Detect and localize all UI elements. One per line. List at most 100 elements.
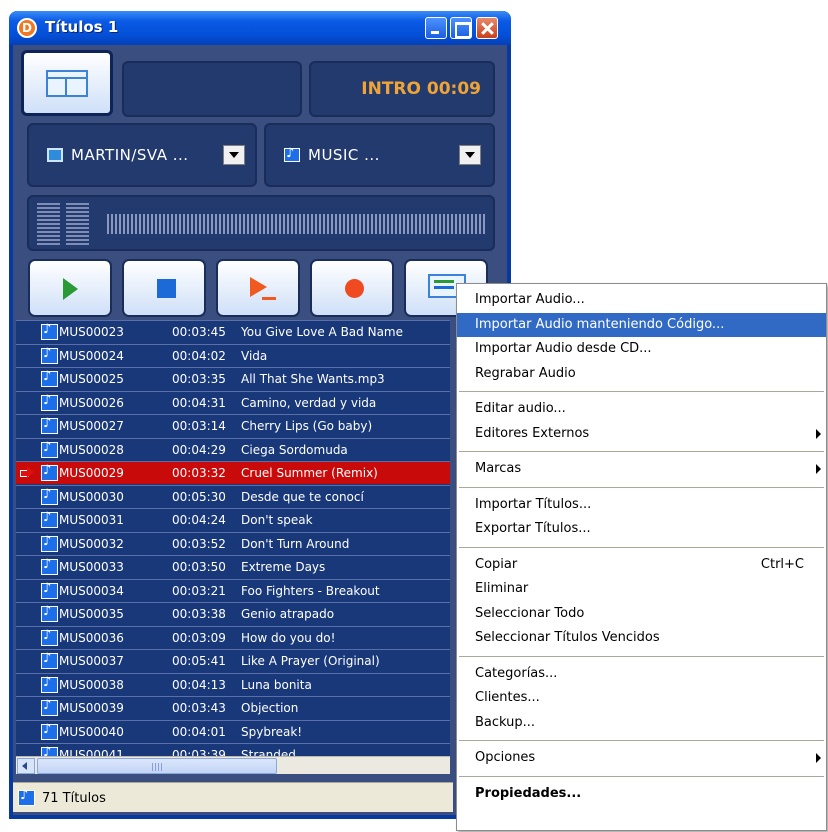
- audio-meter: [27, 195, 495, 251]
- table-row[interactable]: MUS00040 00:04:01 Spybreak!: [16, 719, 450, 743]
- table-row[interactable]: MUS00024 00:04:02 Vida: [16, 343, 450, 367]
- table-row[interactable]: MUS00026 00:04:31 Camino, verdad y vida: [16, 390, 450, 414]
- track-duration: 00:03:21: [172, 583, 226, 598]
- table-row[interactable]: MUS00034 00:03:21 Foo Fighters - Breakout: [16, 578, 450, 602]
- app-logo-icon: D: [17, 18, 37, 38]
- track-code: MUS00039: [59, 701, 124, 715]
- menu-item[interactable]: Backup...: [457, 711, 826, 735]
- track-duration: 00:04:01: [172, 724, 226, 739]
- menu-item-label: Importar Audio desde CD...: [475, 341, 652, 356]
- submenu-arrow-icon: [816, 464, 821, 474]
- table-row[interactable]: MUS00035 00:03:38 Genio atrapado: [16, 602, 450, 625]
- stop-icon: [157, 279, 176, 298]
- track-title: Desde que te conocí: [241, 489, 364, 504]
- maximize-button[interactable]: [450, 17, 472, 39]
- menu-item-label: Backup...: [475, 714, 536, 730]
- track-title: Camino, verdad y vida: [241, 395, 377, 410]
- category-selector[interactable]: MUSIC ...: [264, 123, 495, 187]
- music-note-icon: [41, 675, 58, 693]
- track-title: Stranded: [241, 748, 296, 756]
- title-bar[interactable]: D Títulos 1: [9, 11, 511, 45]
- track-duration: 00:05:41: [172, 654, 226, 668]
- track-list[interactable]: MUS00023 00:03:45 You Give Love A Bad Name…: [16, 320, 450, 756]
- table-row[interactable]: MUS00041 00:03:39 Stranded: [16, 743, 450, 756]
- table-row[interactable]: MUS00028 00:04:29 Ciega Sordomuda: [16, 437, 450, 461]
- track-code: MUS00023: [59, 325, 124, 339]
- track-code: MUS00030: [59, 489, 124, 504]
- track-title: Cruel Summer (Remix): [241, 466, 378, 480]
- menu-item[interactable]: Seleccionar Todo: [457, 602, 826, 626]
- record-icon: [345, 279, 364, 298]
- table-row[interactable]: MUS00032 00:03:52 Don't Turn Around: [16, 531, 450, 555]
- table-row[interactable]: MUS00036 00:03:09 How do you do!: [16, 625, 450, 649]
- skip-button[interactable]: [216, 259, 300, 317]
- menu-separator: [459, 775, 824, 777]
- music-note-icon: [41, 322, 58, 340]
- table-row[interactable]: MUS00039 00:03:43 Objection: [16, 696, 450, 719]
- table-row[interactable]: MUS00029 00:03:32 Cruel Summer (Remix): [16, 461, 450, 484]
- station-dropdown-button[interactable]: [223, 145, 245, 165]
- menu-item[interactable]: Marcas: [457, 457, 826, 481]
- menu-item[interactable]: Seleccionar Títulos Vencidos: [457, 626, 826, 650]
- submenu-arrow-icon: [816, 753, 821, 763]
- menu-item[interactable]: Importar Audio...: [457, 288, 826, 312]
- menu-item[interactable]: Importar Títulos...: [457, 493, 826, 517]
- menu-item[interactable]: Importar Audio desde CD...: [457, 337, 826, 361]
- track-title: Genio atrapado: [241, 607, 335, 621]
- menu-item[interactable]: Copiar Ctrl+C: [457, 553, 826, 577]
- close-button[interactable]: [476, 17, 498, 39]
- table-row[interactable]: MUS00027 00:03:14 Cherry Lips (Go baby): [16, 414, 450, 437]
- track-title: You Give Love A Bad Name: [241, 325, 403, 339]
- menu-item[interactable]: Importar Audio manteniendo Código...: [457, 312, 826, 337]
- track-duration: 00:03:14: [172, 419, 226, 433]
- menu-item-label: Eliminar: [475, 581, 529, 596]
- record-button[interactable]: [310, 259, 394, 317]
- music-note-icon: [41, 440, 58, 458]
- menu-item[interactable]: Opciones: [457, 746, 826, 770]
- menu-item[interactable]: Editores Externos: [457, 422, 826, 446]
- track-code: MUS00036: [59, 630, 124, 645]
- station-selector[interactable]: MARTIN/SVA ...: [27, 123, 257, 187]
- window-title: Títulos 1: [45, 18, 119, 36]
- menu-separator: [459, 655, 824, 657]
- horizontal-scrollbar[interactable]: [16, 756, 450, 774]
- menu-item-label: Opciones: [475, 750, 536, 765]
- menu-item[interactable]: Propiedades...: [457, 782, 826, 806]
- scroll-thumb[interactable]: [37, 758, 277, 774]
- minimize-button[interactable]: [425, 17, 447, 39]
- menu-item[interactable]: Eliminar: [457, 577, 826, 601]
- track-title: All That She Wants.mp3: [241, 372, 385, 386]
- menu-item-label: Importar Títulos...: [475, 496, 592, 512]
- table-row[interactable]: MUS00023 00:03:45 You Give Love A Bad Name: [16, 320, 450, 343]
- table-row[interactable]: MUS00030 00:05:30 Desde que te conocí: [16, 484, 450, 508]
- menu-item-label: Importar Audio...: [475, 292, 585, 307]
- track-duration: 00:03:35: [172, 372, 226, 386]
- music-note-icon: [41, 416, 58, 434]
- music-note-icon: [41, 557, 58, 575]
- track-code: MUS00032: [59, 536, 124, 551]
- menu-item[interactable]: Regrabar Audio: [457, 362, 826, 386]
- track-code: MUS00024: [59, 348, 124, 363]
- table-row[interactable]: MUS00025 00:03:35 All That She Wants.mp3: [16, 367, 450, 390]
- menu-item[interactable]: Categorías...: [457, 662, 826, 686]
- layout-button[interactable]: [21, 50, 113, 116]
- intro-display: INTRO 00:09: [309, 61, 495, 117]
- table-row[interactable]: MUS00038 00:04:13 Luna bonita: [16, 672, 450, 696]
- play-button[interactable]: [28, 259, 112, 317]
- menu-item[interactable]: Clientes...: [457, 686, 826, 710]
- menu-separator: [459, 486, 824, 488]
- table-row[interactable]: MUS00033 00:03:50 Extreme Days: [16, 555, 450, 578]
- menu-item-label: Categorías...: [475, 665, 558, 681]
- category-dropdown-button[interactable]: [459, 145, 481, 165]
- music-note-icon: [284, 146, 300, 162]
- track-title: Objection: [241, 701, 299, 715]
- stop-button[interactable]: [122, 259, 206, 317]
- music-note-icon: [41, 745, 58, 756]
- table-row[interactable]: MUS00031 00:04:24 Don't speak: [16, 508, 450, 531]
- menu-item[interactable]: Editar audio...: [457, 397, 826, 421]
- menu-item[interactable]: Exportar Títulos...: [457, 517, 826, 541]
- scroll-left-button[interactable]: [17, 758, 35, 774]
- music-note-icon: [41, 651, 58, 669]
- table-row[interactable]: MUS00037 00:05:41 Like A Prayer (Original): [16, 649, 450, 672]
- waveform[interactable]: [107, 214, 485, 234]
